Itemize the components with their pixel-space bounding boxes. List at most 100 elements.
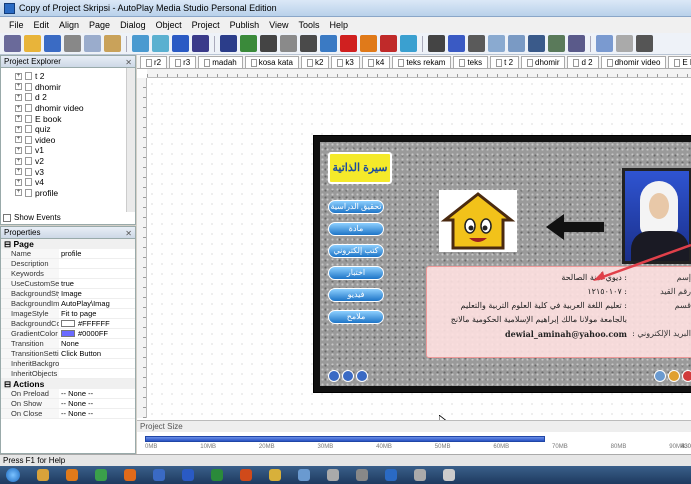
show-events-checkbox[interactable]: Show Events: [3, 213, 61, 222]
tree-item-v2[interactable]: + v2: [15, 156, 135, 167]
tab-d-2[interactable]: d 2: [567, 56, 599, 68]
tab-madah[interactable]: madah: [198, 56, 243, 68]
tab-k3[interactable]: k3: [331, 56, 360, 68]
browser-icon[interactable]: [400, 35, 417, 52]
folder-icon[interactable]: [269, 469, 281, 481]
listbox-icon[interactable]: [488, 35, 505, 52]
tree-item-v4[interactable]: + v4: [15, 177, 135, 188]
label-icon[interactable]: [240, 35, 257, 52]
user-icon[interactable]: [668, 370, 680, 382]
image-icon[interactable]: [132, 35, 149, 52]
tab-e-book[interactable]: E book: [668, 56, 691, 68]
tab-teks[interactable]: teks: [453, 56, 489, 68]
text-icon[interactable]: [260, 35, 277, 52]
grid-icon[interactable]: [528, 35, 545, 52]
property-gradientcolor[interactable]: GradientColor #0000FF: [1, 329, 135, 339]
design-canvas[interactable]: سيرة الذاتية تحقيق الدراسية مادة كتب إلكتر…: [147, 79, 691, 427]
actions-section[interactable]: ⊟ Actions: [1, 379, 135, 389]
close-icon[interactable]: ✕: [125, 228, 132, 240]
tab-r3[interactable]: r3: [169, 56, 197, 68]
web-icon[interactable]: [320, 35, 337, 52]
expand-icon[interactable]: +: [15, 125, 22, 133]
property-value[interactable]: [59, 369, 135, 378]
forward-icon[interactable]: [356, 370, 368, 382]
property-value[interactable]: -- None --: [59, 389, 135, 398]
property-transitionsettin[interactable]: TransitionSettin Click Button: [1, 349, 135, 359]
property-value[interactable]: true: [59, 279, 135, 288]
menu-publish[interactable]: Publish: [225, 20, 265, 30]
menu-object[interactable]: Object: [151, 20, 187, 30]
word-icon[interactable]: [182, 469, 194, 481]
exit-icon[interactable]: [682, 370, 691, 382]
combobox-icon[interactable]: [508, 35, 525, 52]
expand-icon[interactable]: +: [15, 83, 22, 91]
media-icon[interactable]: [356, 469, 368, 481]
expand-icon[interactable]: +: [15, 178, 22, 186]
settings-icon[interactable]: [654, 370, 666, 382]
wand-icon[interactable]: [4, 35, 21, 52]
media-icon[interactable]: [192, 35, 209, 52]
menu-view[interactable]: View: [264, 20, 293, 30]
page-menu-button-6[interactable]: ملامح: [328, 310, 384, 324]
property-backgroundcol[interactable]: BackgroundCol #FFFFFF: [1, 319, 135, 329]
tab-k2[interactable]: k2: [300, 56, 330, 68]
tab-dhomir[interactable]: dhomir: [521, 56, 566, 68]
gear-icon[interactable]: [300, 35, 317, 52]
property-imagestyle[interactable]: ImageStyle Fit to page: [1, 309, 135, 319]
menu-page[interactable]: Page: [84, 20, 115, 30]
tab-teks-rekam[interactable]: teks rekam: [392, 56, 452, 68]
clock-icon[interactable]: [443, 469, 455, 481]
property-inheritbackgroi[interactable]: InheritBackgroi: [1, 359, 135, 369]
property-value[interactable]: -- None --: [59, 399, 135, 408]
powerpoint-icon[interactable]: [240, 469, 252, 481]
page-section[interactable]: ⊟ Page: [1, 239, 135, 249]
property-value[interactable]: -- None --: [59, 409, 135, 418]
menu-file[interactable]: File: [4, 20, 29, 30]
back-icon[interactable]: [328, 370, 340, 382]
home-icon[interactable]: [342, 370, 354, 382]
start-icon[interactable]: [6, 468, 20, 482]
property-value[interactable]: Click Button: [59, 349, 135, 358]
tree-item-v1[interactable]: + v1: [15, 145, 135, 156]
page-menu-button-2[interactable]: مادة: [328, 222, 384, 236]
tab-t-2[interactable]: t 2: [490, 56, 520, 68]
tab-r2[interactable]: r2: [140, 56, 168, 68]
property-value[interactable]: Image: [59, 289, 135, 298]
property-description[interactable]: Description: [1, 259, 135, 269]
menu-edit[interactable]: Edit: [29, 20, 55, 30]
explorer-icon[interactable]: [37, 469, 49, 481]
input-icon[interactable]: [428, 35, 445, 52]
tree-item-e-book[interactable]: + E book: [15, 113, 135, 124]
action-on-close[interactable]: On Close -- None --: [1, 409, 135, 419]
app-icon[interactable]: [153, 469, 165, 481]
tree-item-t-2[interactable]: + t 2: [15, 71, 135, 82]
network-icon[interactable]: [327, 469, 339, 481]
media-player-icon[interactable]: [66, 469, 78, 481]
pen-icon[interactable]: [636, 35, 653, 52]
plugin-icon[interactable]: [596, 35, 613, 52]
expand-icon[interactable]: +: [15, 104, 22, 112]
tree-item-video[interactable]: + video: [15, 135, 135, 146]
button-icon[interactable]: [220, 35, 237, 52]
cut-icon[interactable]: [64, 35, 81, 52]
tree-item-d-2[interactable]: + d 2: [15, 92, 135, 103]
checkbox-icon[interactable]: [3, 213, 11, 222]
property-value[interactable]: [59, 269, 135, 278]
property-value[interactable]: None: [59, 339, 135, 348]
explorer-scrollbar[interactable]: [126, 68, 135, 212]
expand-icon[interactable]: +: [15, 115, 22, 123]
paragraph-icon[interactable]: [280, 35, 297, 52]
progress-icon[interactable]: [568, 35, 585, 52]
excel-icon[interactable]: [211, 469, 223, 481]
menu-align[interactable]: Align: [54, 20, 84, 30]
property-value[interactable]: #0000FF: [59, 329, 135, 338]
tree-item-dhomir-video[interactable]: + dhomir video: [15, 103, 135, 114]
volume-icon[interactable]: [414, 469, 426, 481]
page-menu-button-1[interactable]: تحقيق الدراسية: [328, 200, 384, 214]
firefox-icon[interactable]: [124, 469, 136, 481]
page-menu-button-4[interactable]: اختبار: [328, 266, 384, 280]
flash-icon[interactable]: [172, 35, 189, 52]
slideshow-icon[interactable]: [360, 35, 377, 52]
expand-icon[interactable]: +: [15, 157, 22, 165]
page-menu-button-5[interactable]: فيديو: [328, 288, 384, 302]
